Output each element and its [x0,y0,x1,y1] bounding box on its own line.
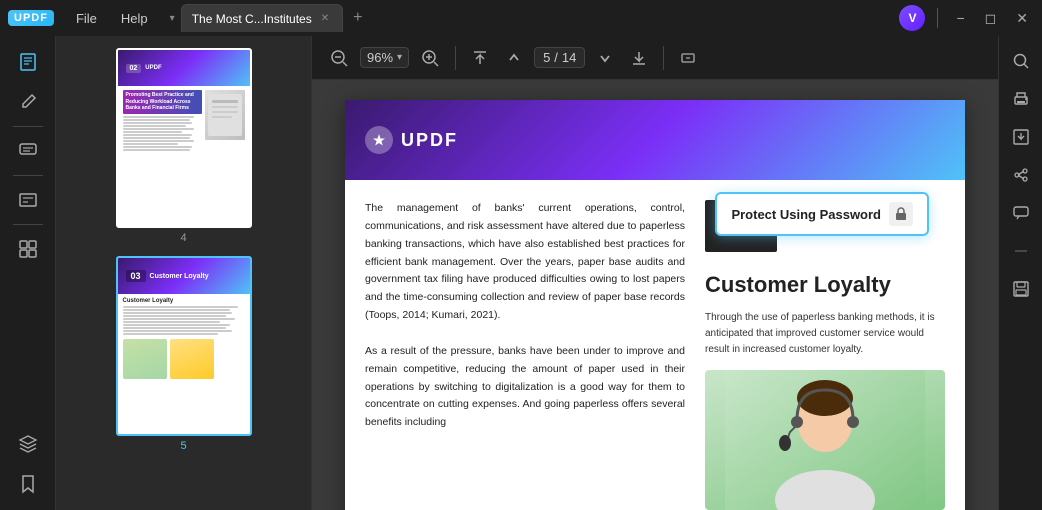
page-current: 5 [543,50,550,65]
document-area: UPDF The management of banks' current op… [312,80,998,510]
page-up-button[interactable] [500,46,528,70]
sidebar-icon-bookmark[interactable] [8,466,48,502]
sidebar-separator3 [13,224,43,225]
titlebar-separator [937,8,938,28]
sidebar-icon-edit[interactable] [8,84,48,120]
right-sidebar-print[interactable] [1003,82,1039,116]
page-control: 5 / 14 [534,47,585,68]
center-area: 96% ▾ 5 / 14 [312,36,998,510]
thumb4-image [205,90,245,140]
thumb5-img2 [170,339,214,379]
thumb-frame-4: 02 UPDF Promoting Best Practice and Redu… [116,48,252,228]
protect-btn-icon [889,202,913,226]
sidebar-icon-layers[interactable] [8,426,48,462]
thumbnail-page4[interactable]: 02 UPDF Promoting Best Practice and Redu… [116,48,252,244]
top-toolbar: 96% ▾ 5 / 14 [312,36,998,80]
minimize-button[interactable]: − [950,8,970,28]
menu-help[interactable]: Help [111,7,158,30]
doc-page: UPDF The management of banks' current op… [345,100,965,510]
thumb5-lines [123,306,245,335]
thumb4-header: 02 UPDF [118,50,250,86]
protect-password-button[interactable]: Protect Using Password [715,192,929,236]
thumb4-title: Promoting Best Practice and Reducing Wor… [123,90,202,114]
thumb-num-5: 5 [180,440,186,452]
right-sidebar-save[interactable] [1003,272,1039,306]
page-right-column: 03 Customer Loyalty Through the use of p… [705,200,945,510]
page-total: 14 [562,50,576,65]
thumb5-body-title: Customer Loyalty [123,298,245,304]
fit-width-button[interactable] [674,46,702,70]
section-body-text: Through the use of paperless banking met… [705,310,945,358]
body-paragraph-1: The management of banks' current operati… [365,200,685,325]
sidebar-icon-comment[interactable] [8,133,48,169]
maximize-button[interactable]: ◻ [979,8,1003,29]
close-button[interactable]: ✕ [1010,8,1034,29]
thumb4-badge: 02 [126,64,142,73]
new-tab-button[interactable]: + [345,7,370,29]
window-controls: V − ◻ ✕ [893,5,1034,31]
page-top-button[interactable] [466,46,494,70]
sidebar-icon-form[interactable] [8,182,48,218]
thumb4-header-text: UPDF [145,65,161,71]
right-sidebar-search[interactable] [1003,44,1039,78]
main-content: 02 UPDF Promoting Best Practice and Redu… [0,36,1042,510]
right-sidebar-share[interactable] [1003,158,1039,192]
zoom-dropdown-arrow[interactable]: ▾ [397,52,402,63]
right-sidebar [998,36,1042,510]
thumb5-img1 [123,339,167,379]
thumb-num-4: 4 [180,232,186,244]
thumb5-body: Customer Loyalty [118,294,250,383]
right-sidebar-export[interactable] [1003,120,1039,154]
thumb4-lines [123,116,202,151]
tab-overflow-arrow[interactable]: ▾ [170,13,175,24]
zoom-value: 96% [367,50,393,65]
thumb5-header: 03 Customer Loyalty [118,258,250,294]
thumb-frame-5: 03 Customer Loyalty Customer Loyalty [116,256,252,436]
thumb4-right [205,90,245,151]
thumb5-num: 03 [126,270,146,282]
thumb5-customer-title: Customer Loyalty [150,273,209,280]
page-separator: / [554,50,558,65]
section-title: Customer Loyalty [705,272,945,298]
sidebar-icon-organize[interactable] [8,231,48,267]
tab-active[interactable]: The Most C...Institutes ✕ [181,4,343,32]
avatar[interactable]: V [899,5,925,31]
page-logo-circle [365,126,393,154]
page-bottom-button[interactable] [625,46,653,70]
updf-logo-text: UPDF [8,10,54,26]
menu-file[interactable]: File [66,7,107,30]
app-logo: UPDF [8,10,54,26]
right-sidebar-comment[interactable] [1003,196,1039,230]
thumb4-body: Promoting Best Practice and Reducing Wor… [118,86,250,155]
sidebar-separator2 [13,175,43,176]
customer-image [705,370,945,510]
tab-label: The Most C...Institutes [192,12,312,26]
toolbar-separator2 [663,46,664,70]
thumb4-left: Promoting Best Practice and Reducing Wor… [123,90,202,151]
page-header: UPDF [345,100,965,180]
zoom-out-button[interactable] [324,45,354,71]
protect-btn-label: Protect Using Password [731,207,881,222]
page-logo: UPDF [365,126,458,154]
thumbnail-page5[interactable]: 03 Customer Loyalty Customer Loyalty [116,256,252,452]
thumb5-bottom [123,339,245,379]
toolbar-separator1 [455,46,456,70]
sidebar-icon-reader[interactable] [8,44,48,80]
tabs-area: ▾ The Most C...Institutes ✕ + [170,4,890,32]
body-paragraph-2: As a result of the pressure, banks have … [365,343,685,432]
sidebar-separator1 [13,126,43,127]
zoom-in-button[interactable] [415,45,445,71]
right-sidebar-separator-line [1003,234,1039,268]
zoom-control[interactable]: 96% ▾ [360,47,409,68]
thumbnail-panel: 02 UPDF Promoting Best Practice and Redu… [56,36,312,510]
page-left-column: The management of banks' current operati… [365,200,685,510]
left-sidebar [0,36,56,510]
tab-close-button[interactable]: ✕ [318,12,332,25]
page-logo-text: UPDF [401,130,458,151]
titlebar: UPDF File Help ▾ The Most C...Institutes… [0,0,1042,36]
page-down-button[interactable] [591,46,619,70]
